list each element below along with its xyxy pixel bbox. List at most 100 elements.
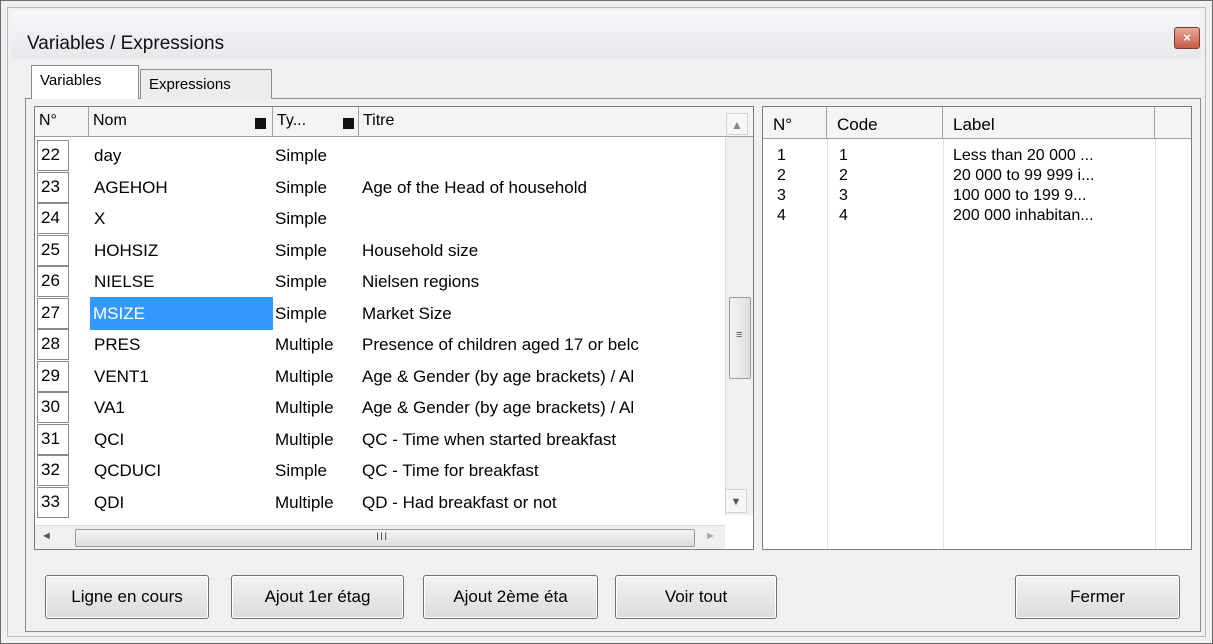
- ajout-2eme-etage-button[interactable]: Ajout 2ème éta: [423, 575, 598, 619]
- table-row[interactable]: 30 VA1 Multiple Age & Gender (by age bracke…: [35, 391, 725, 424]
- code-value-cell[interactable]: 4: [839, 207, 939, 225]
- variable-name-cell[interactable]: X: [91, 202, 273, 235]
- variable-name-cell[interactable]: MSIZE: [90, 296, 273, 330]
- variable-type-cell[interactable]: Simple: [275, 234, 357, 267]
- variable-title-cell[interactable]: Household size: [362, 234, 725, 267]
- ligne-en-cours-button[interactable]: Ligne en cours: [45, 575, 209, 619]
- table-row[interactable]: 3 3 100 000 to 199 9...: [763, 187, 1191, 207]
- variable-name-cell[interactable]: QDI: [91, 486, 273, 519]
- variable-name-cell[interactable]: VA1: [91, 391, 273, 424]
- variable-name-cell[interactable]: day: [91, 139, 273, 172]
- variable-title-cell[interactable]: QC - Time when started breakfast: [362, 423, 725, 456]
- table-row[interactable]: 25 HOHSIZ Simple Household size: [35, 234, 725, 267]
- table-row[interactable]: 2 2 20 000 to 99 999 i...: [763, 167, 1191, 187]
- variable-type-cell[interactable]: Simple: [275, 265, 357, 298]
- row-number: 24: [37, 203, 69, 234]
- variable-title-cell[interactable]: QC - Time for breakfast: [362, 454, 725, 487]
- variable-name-cell[interactable]: VENT1: [91, 360, 273, 393]
- variable-title-cell[interactable]: Nielsen regions: [362, 265, 725, 298]
- vertical-scroll-thumb[interactable]: ≡: [729, 297, 751, 379]
- table-row[interactable]: 27 MSIZE Simple Market Size: [35, 296, 725, 330]
- variable-title-cell[interactable]: QD - Had breakfast or not: [362, 486, 725, 519]
- table-row[interactable]: 31 QCI Multiple QC - Time when started brea…: [35, 423, 725, 456]
- row-number: 26: [37, 266, 69, 297]
- table-row[interactable]: 1 1 Less than 20 000 ...: [763, 147, 1191, 167]
- variable-type-cell[interactable]: Multiple: [275, 391, 357, 424]
- row-number: 23: [37, 171, 69, 203]
- tab-variables[interactable]: Variables: [31, 65, 139, 99]
- code-number-cell: 2: [777, 167, 786, 184]
- variable-name-cell[interactable]: PRES: [91, 328, 273, 361]
- column-filter-icon[interactable]: [343, 118, 354, 129]
- table-row[interactable]: 33 QDI Multiple QD - Had breakfast or not: [35, 486, 725, 519]
- ajout-1er-etage-button[interactable]: Ajout 1er étag: [231, 575, 404, 619]
- fermer-button[interactable]: Fermer: [1015, 575, 1180, 619]
- table-row[interactable]: 28 PRES Multiple Presence of children aged …: [35, 328, 725, 361]
- row-number: 27: [37, 297, 69, 329]
- variable-type-cell[interactable]: Multiple: [275, 328, 357, 361]
- row-number: 28: [37, 329, 69, 360]
- variable-type-cell[interactable]: Multiple: [275, 423, 357, 456]
- variable-name-cell[interactable]: HOHSIZ: [91, 234, 273, 267]
- scroll-down-icon[interactable]: ▼: [725, 489, 747, 513]
- code-label-cell[interactable]: 100 000 to 199 9...: [953, 187, 1153, 205]
- column-header-titre[interactable]: Titre: [359, 107, 725, 137]
- variable-type-cell[interactable]: Simple: [275, 139, 357, 172]
- column-header-num[interactable]: N°: [763, 107, 827, 139]
- title-bar[interactable]: Variables / Expressions: [11, 11, 1201, 59]
- table-row[interactable]: 32 QCDUCI Simple QC - Time for breakfast: [35, 454, 725, 487]
- table-row[interactable]: 4 4 200 000 inhabitan...: [763, 207, 1191, 227]
- column-header-label[interactable]: Label: [943, 107, 1155, 139]
- code-value-cell[interactable]: 1: [839, 147, 939, 165]
- variable-title-cell[interactable]: Market Size: [362, 297, 725, 330]
- scroll-right-icon[interactable]: ►: [705, 530, 716, 542]
- column-header-nom[interactable]: Nom: [89, 107, 273, 137]
- row-number: 33: [37, 486, 69, 518]
- column-header-type[interactable]: Ty...: [273, 107, 359, 137]
- variable-title-cell[interactable]: Age of the Head of household: [362, 171, 725, 204]
- variable-title-cell[interactable]: [362, 202, 725, 235]
- code-label-cell[interactable]: 200 000 inhabitan...: [953, 207, 1153, 225]
- variable-title-cell[interactable]: Age & Gender (by age brackets) / Al: [362, 391, 725, 424]
- variable-title-cell[interactable]: Presence of children aged 17 or belc: [362, 328, 725, 361]
- table-row[interactable]: 22 day Simple: [35, 139, 725, 172]
- code-value-cell[interactable]: 3: [839, 187, 939, 205]
- table-row[interactable]: 23 AGEHOH Simple Age of the Head of househo…: [35, 171, 725, 204]
- tab-expressions[interactable]: Expressions: [140, 69, 272, 99]
- variable-type-cell[interactable]: Multiple: [275, 360, 357, 393]
- codes-grid[interactable]: N° Code Label 1 1 Less than 20 000 ... 2 2 20…: [762, 106, 1192, 550]
- variable-name-cell[interactable]: QCDUCI: [91, 454, 273, 487]
- horizontal-scroll-thumb[interactable]: III: [75, 529, 695, 547]
- column-header-code[interactable]: Code: [827, 107, 943, 139]
- table-row[interactable]: 26 NIELSE Simple Nielsen regions: [35, 265, 725, 298]
- codes-grid-header: N° Code Label: [763, 107, 1191, 139]
- column-header-num[interactable]: N°: [35, 107, 89, 137]
- horizontal-scrollbar[interactable]: ◄ III ►: [35, 525, 725, 549]
- variable-name-cell[interactable]: NIELSE: [91, 265, 273, 298]
- code-value-cell[interactable]: 2: [839, 167, 939, 185]
- voir-tout-button[interactable]: Voir tout: [615, 575, 777, 619]
- variable-name-cell[interactable]: AGEHOH: [91, 171, 273, 204]
- variable-title-cell[interactable]: [362, 139, 725, 172]
- column-header-nom-label: Nom: [93, 112, 127, 129]
- code-number-cell: 1: [777, 147, 786, 164]
- variables-grid[interactable]: N° Nom Ty... Titre ▲ 22 day Simple 23 AGEHOH…: [34, 106, 754, 550]
- code-label-cell[interactable]: 20 000 to 99 999 i...: [953, 167, 1153, 185]
- variable-type-cell[interactable]: Simple: [275, 171, 357, 204]
- variable-type-cell[interactable]: Multiple: [275, 486, 357, 519]
- close-icon[interactable]: ×: [1174, 27, 1200, 49]
- variable-type-cell[interactable]: Simple: [275, 454, 357, 487]
- table-row[interactable]: 24 X Simple: [35, 202, 725, 235]
- scroll-up-icon[interactable]: ▲: [726, 113, 748, 135]
- variable-title-cell[interactable]: Age & Gender (by age brackets) / Al: [362, 360, 725, 393]
- variable-name-cell[interactable]: QCI: [91, 423, 273, 456]
- column-filter-icon[interactable]: [255, 118, 266, 129]
- row-number: 29: [37, 360, 69, 392]
- scroll-left-icon[interactable]: ◄: [41, 530, 52, 542]
- code-label-cell[interactable]: Less than 20 000 ...: [953, 147, 1153, 165]
- variable-type-cell[interactable]: Simple: [275, 202, 357, 235]
- window-title: Variables / Expressions: [27, 33, 225, 54]
- variable-type-cell[interactable]: Simple: [275, 297, 357, 330]
- vertical-scrollbar[interactable]: ≡: [725, 137, 753, 515]
- table-row[interactable]: 29 VENT1 Multiple Age & Gender (by age brac…: [35, 360, 725, 393]
